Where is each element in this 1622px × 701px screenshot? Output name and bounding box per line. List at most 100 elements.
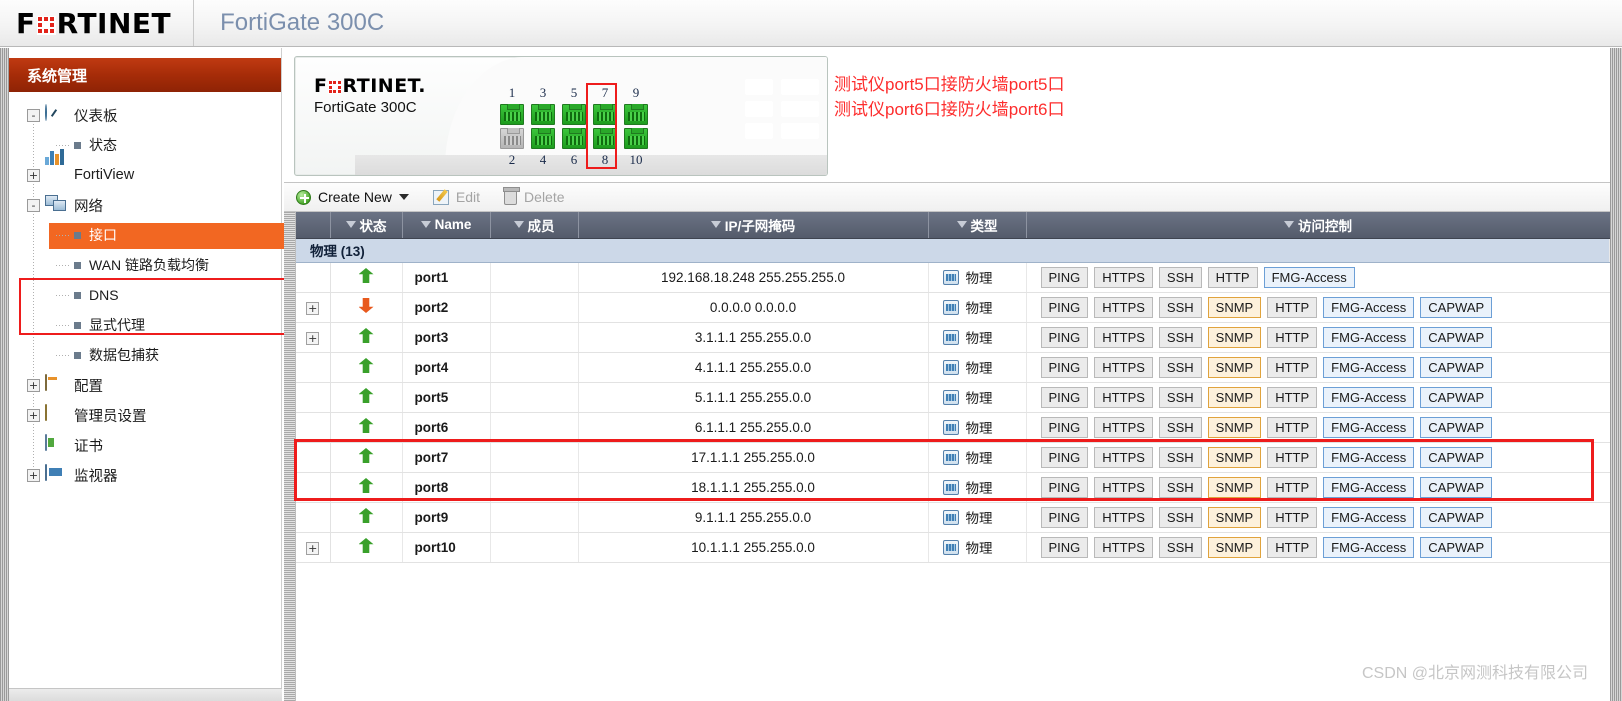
status-cell: [330, 532, 403, 563]
access-control-badge: HTTP: [1267, 476, 1318, 498]
tree-toggle-expand-icon[interactable]: +: [27, 378, 40, 392]
table-row[interactable]: port5 5.1.1.1 255.255.0.0 物理 PING HTTPS SSH SN…: [296, 382, 1610, 413]
header-type[interactable]: 类型: [928, 212, 1027, 239]
filter-funnel-icon[interactable]: [956, 221, 967, 229]
table-row[interactable]: port1 192.168.18.248 255.255.255.0 物理 PING H…: [296, 262, 1610, 293]
logo-text-right: RTINET: [56, 6, 172, 40]
access-control-badge: PING: [1040, 356, 1089, 378]
header-access-control[interactable]: 访问控制: [1026, 212, 1610, 239]
sidebar-item-network[interactable]: - 网络: [9, 190, 281, 220]
sidebar-item-monitor[interactable]: + 监视器: [9, 460, 281, 490]
row-expand-cell[interactable]: +: [296, 292, 331, 323]
physical-interface-icon: [942, 479, 959, 495]
sidebar-item-explicit-proxy[interactable]: 显式代理: [9, 310, 281, 340]
row-expand-cell[interactable]: +: [296, 322, 331, 353]
window-right-edge: [1610, 48, 1622, 701]
sidebar-item-packet-capture[interactable]: 数据包捕获: [9, 340, 281, 370]
port-jack-icon[interactable]: [500, 128, 524, 149]
table-row[interactable]: + port3 3.1.1.1 255.255.0.0 物理 PING HTTPS SSH S…: [296, 322, 1610, 353]
access-control-badge: CAPWAP: [1420, 416, 1493, 438]
bullet-icon: [74, 141, 81, 149]
sidebar-item-wan-link-load-balance[interactable]: WAN 链路负载均衡: [9, 250, 281, 280]
delete-button[interactable]: Delete: [503, 186, 565, 205]
access-control-badge: CAPWAP: [1420, 506, 1493, 528]
table-row[interactable]: + port10 10.1.1.1 255.255.0.0 物理 PING HTTPS SS…: [296, 532, 1610, 563]
access-control-badge: HTTPS: [1094, 266, 1153, 288]
device-title: FortiGate 300C: [220, 9, 385, 36]
annotation-line-2: 测试仪port6口接防火墙port6口: [834, 100, 1065, 119]
expand-plus-icon[interactable]: +: [306, 331, 320, 345]
sidebar-header: 系统管理: [9, 58, 281, 92]
sidebar-item-fortiview[interactable]: + FortiView: [9, 149, 281, 190]
tree-dot-lead: [56, 294, 69, 296]
sidebar-item-dns[interactable]: DNS: [9, 280, 281, 310]
row-expand-cell: [296, 382, 331, 413]
tree-toggle-expand-icon[interactable]: +: [27, 468, 40, 482]
table-row[interactable]: port6 6.1.1.1 255.255.0.0 物理 PING HTTPS SSH SN…: [296, 412, 1610, 443]
header-name[interactable]: Name: [402, 212, 491, 239]
table-row[interactable]: port9 9.1.1.1 255.255.0.0 物理 PING HTTPS SSH SN…: [296, 502, 1610, 533]
bullet-icon: [74, 321, 81, 329]
sidebar-item-interface[interactable]: 接口: [9, 220, 281, 250]
filter-funnel-icon[interactable]: [420, 221, 431, 229]
sidebar-item-label: 状态: [89, 137, 117, 153]
expand-plus-icon[interactable]: +: [306, 301, 320, 315]
port-jack-icon[interactable]: [500, 104, 524, 125]
row-expand-cell[interactable]: +: [296, 532, 331, 563]
tree-toggle-expand-icon[interactable]: +: [27, 168, 40, 182]
expand-plus-icon[interactable]: +: [306, 541, 320, 555]
member-cell: [490, 382, 579, 413]
group-header-row: 物理 (13): [296, 238, 1610, 263]
create-new-button[interactable]: Create New: [296, 189, 409, 205]
bottom-port-numbers: 2 4 6 8 10: [500, 152, 648, 168]
filter-funnel-icon[interactable]: [1284, 221, 1294, 229]
access-control-badge: HTTP: [1207, 266, 1258, 288]
vertical-scrollbar[interactable]: [284, 212, 296, 701]
member-cell: [490, 292, 579, 323]
sidebar-item-certificate[interactable]: 证书: [9, 430, 281, 460]
red-annotation-text: 测试仪port5口接防火墙port5口 测试仪port6口接防火墙port6口: [834, 72, 1065, 122]
table-row[interactable]: port8 18.1.1.1 255.255.0.0 物理 PING HTTPS SSH S…: [296, 472, 1610, 503]
table-row[interactable]: + port2 0.0.0.0 0.0.0.0 物理 PING HTTPS SSH SNMP H…: [296, 292, 1610, 323]
access-control-badge: HTTPS: [1094, 536, 1153, 558]
sidebar-item-label: 管理员设置: [74, 408, 147, 425]
table-row[interactable]: port4 4.1.1.1 255.255.0.0 物理 PING HTTPS SSH SN…: [296, 352, 1610, 383]
table-row[interactable]: port7 17.1.1.1 255.255.0.0 物理 PING HTTPS SSH S…: [296, 442, 1610, 473]
sidebar: 系统管理 - 仪表板 状态 + FortiView - 网络 接口 WAN 链路…: [9, 48, 293, 688]
access-control-badge: SSH: [1158, 266, 1202, 288]
port-jack-icon[interactable]: [624, 128, 648, 149]
physical-interface-icon: [942, 359, 959, 375]
header-state[interactable]: 状态: [330, 212, 403, 239]
port-jack-icon[interactable]: [562, 128, 586, 149]
fortinet-mark-icon: [328, 80, 342, 94]
physical-interface-icon: [942, 299, 959, 315]
port-jack-icon[interactable]: [562, 104, 586, 125]
tree-toggle-collapse-icon[interactable]: -: [27, 108, 40, 122]
filter-funnel-icon[interactable]: [513, 221, 524, 229]
tree-dot-lead: [56, 234, 69, 236]
sidebar-item-config[interactable]: + 配置: [9, 370, 281, 400]
sidebar-item-admin-settings[interactable]: + 管理员设置: [9, 400, 281, 430]
header-member[interactable]: 成员: [490, 212, 579, 239]
sidebar-item-dashboard[interactable]: - 仪表板: [9, 100, 281, 130]
filter-funnel-icon[interactable]: [710, 221, 721, 229]
filter-funnel-icon[interactable]: [345, 221, 356, 229]
ip-subnet-cell: 192.168.18.248 255.255.255.0: [578, 262, 929, 293]
tree-toggle-collapse-icon[interactable]: -: [27, 198, 40, 212]
header-expand: [296, 212, 331, 239]
port-jack-icon[interactable]: [531, 128, 555, 149]
access-control-badge: CAPWAP: [1420, 356, 1493, 378]
access-control-badge: SNMP: [1207, 446, 1262, 468]
bullet-icon: [74, 261, 81, 269]
port-jack-icon[interactable]: [531, 104, 555, 125]
header-ip-subnet[interactable]: IP/子网掩码: [578, 212, 929, 239]
port-number: 6: [570, 152, 578, 167]
chevron-down-icon[interactable]: [398, 194, 409, 200]
tree-toggle-expand-icon[interactable]: +: [27, 408, 40, 422]
status-cell: [330, 352, 403, 383]
port-jack-icon[interactable]: [624, 104, 648, 125]
port-highlight-annotation: [586, 83, 617, 169]
edit-button[interactable]: Edit: [432, 189, 480, 205]
access-control-badge: PING: [1040, 266, 1089, 288]
group-label: 物理 (13): [296, 238, 1610, 263]
